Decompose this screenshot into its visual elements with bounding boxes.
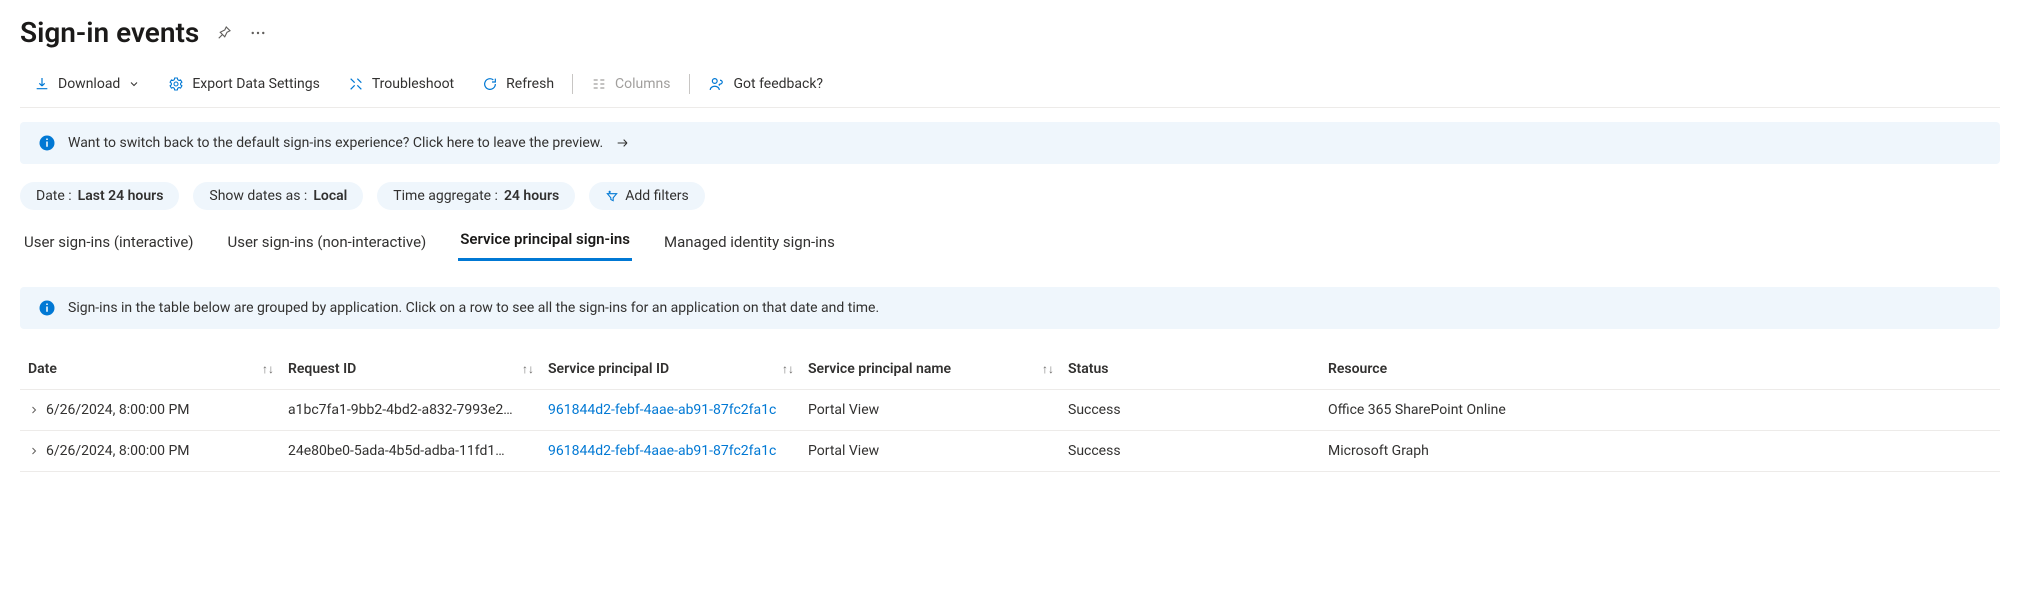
toolbar-separator	[689, 74, 690, 94]
feedback-label: Got feedback?	[734, 76, 824, 92]
columns-label: Columns	[615, 76, 670, 92]
filter-timeagg-value: 24 hours	[504, 188, 559, 204]
col-status[interactable]: Status	[1068, 361, 1328, 377]
info-icon	[38, 299, 56, 317]
troubleshoot-button[interactable]: Troubleshoot	[334, 72, 468, 96]
table-header: Date ↑↓ Request ID ↑↓ Service principal …	[20, 351, 2000, 390]
col-status-label: Status	[1068, 361, 1108, 377]
col-sp-name[interactable]: Service principal name ↑↓	[808, 361, 1068, 377]
col-sp-id-label: Service principal ID	[548, 361, 669, 377]
preview-banner-text: Want to switch back to the default sign-…	[68, 135, 603, 151]
toolbar-separator	[572, 74, 573, 94]
filter-timeagg-label: Time aggregate :	[393, 188, 498, 204]
cell-sp-id[interactable]: 961844d2-febf-4aae-ab91-87fc2fa1c	[548, 443, 808, 459]
cell-date: 6/26/2024, 8:00:00 PM	[46, 402, 190, 418]
filter-date-label: Date :	[36, 188, 72, 204]
tab-user-interactive[interactable]: User sign-ins (interactive)	[22, 227, 196, 261]
more-icon[interactable]	[249, 24, 267, 42]
columns-button: Columns	[577, 72, 684, 96]
col-request-id-label: Request ID	[288, 361, 356, 377]
col-resource-label: Resource	[1328, 361, 1387, 377]
download-label: Download	[58, 76, 120, 92]
add-filters-label: Add filters	[625, 188, 689, 204]
add-filters-button[interactable]: Add filters	[589, 182, 705, 210]
gear-icon	[168, 76, 184, 92]
filter-time-aggregate[interactable]: Time aggregate : 24 hours	[377, 182, 575, 210]
feedback-button[interactable]: Got feedback?	[694, 71, 838, 97]
col-date-label: Date	[28, 361, 57, 377]
filter-date[interactable]: Date : Last 24 hours	[20, 182, 179, 210]
cell-resource: Microsoft Graph	[1328, 443, 1628, 459]
table-row[interactable]: 6/26/2024, 8:00:00 PM a1bc7fa1-9bb2-4bd2…	[20, 390, 2000, 431]
table-row[interactable]: 6/26/2024, 8:00:00 PM 24e80be0-5ada-4b5d…	[20, 431, 2000, 472]
tab-managed-identity[interactable]: Managed identity sign-ins	[662, 227, 837, 261]
pin-icon[interactable]	[215, 24, 233, 42]
feedback-icon	[708, 75, 726, 93]
col-resource[interactable]: Resource	[1328, 361, 1628, 377]
sort-icon: ↑↓	[262, 362, 274, 376]
cell-sp-id[interactable]: 961844d2-febf-4aae-ab91-87fc2fa1c	[548, 402, 808, 418]
tab-user-noninteractive[interactable]: User sign-ins (non-interactive)	[226, 227, 429, 261]
export-label: Export Data Settings	[192, 76, 319, 92]
cell-request-id: a1bc7fa1-9bb2-4bd2-a832-7993e2…	[288, 402, 548, 418]
filter-dates-as[interactable]: Show dates as : Local	[193, 182, 363, 210]
col-request-id[interactable]: Request ID ↑↓	[288, 361, 548, 377]
sort-icon: ↑↓	[522, 362, 534, 376]
grouping-banner-text: Sign-ins in the table below are grouped …	[68, 300, 879, 316]
refresh-label: Refresh	[506, 76, 554, 92]
refresh-button[interactable]: Refresh	[468, 72, 568, 96]
chevron-down-icon	[128, 76, 140, 92]
col-sp-name-label: Service principal name	[808, 361, 951, 377]
cell-request-id: 24e80be0-5ada-4b5d-adba-11fd1…	[288, 443, 548, 459]
toolbar: Download Export Data Settings Troublesho…	[20, 71, 2000, 108]
filter-date-value: Last 24 hours	[78, 188, 164, 204]
cell-status: Success	[1068, 402, 1328, 418]
tab-service-principal[interactable]: Service principal sign-ins	[458, 224, 632, 261]
export-settings-button[interactable]: Export Data Settings	[154, 72, 333, 96]
download-icon	[34, 76, 50, 92]
troubleshoot-label: Troubleshoot	[372, 76, 454, 92]
columns-icon	[591, 76, 607, 92]
grouping-banner: Sign-ins in the table below are grouped …	[20, 287, 2000, 329]
filter-dates-as-label: Show dates as :	[209, 188, 307, 204]
filter-row: Date : Last 24 hours Show dates as : Loc…	[20, 182, 2000, 210]
col-date[interactable]: Date ↑↓	[28, 361, 288, 377]
arrow-right-icon	[615, 135, 631, 151]
cell-sp-name: Portal View	[808, 402, 1068, 418]
cell-resource: Office 365 SharePoint Online	[1328, 402, 1628, 418]
tools-icon	[348, 76, 364, 92]
refresh-icon	[482, 76, 498, 92]
chevron-right-icon	[28, 402, 40, 418]
preview-banner[interactable]: Want to switch back to the default sign-…	[20, 122, 2000, 164]
page-title: Sign-in events	[20, 16, 199, 49]
sort-icon: ↑↓	[782, 362, 794, 376]
download-button[interactable]: Download	[20, 72, 154, 96]
cell-date: 6/26/2024, 8:00:00 PM	[46, 443, 190, 459]
tabs: User sign-ins (interactive) User sign-in…	[20, 224, 2000, 261]
cell-status: Success	[1068, 443, 1328, 459]
cell-sp-name: Portal View	[808, 443, 1068, 459]
signins-table: Date ↑↓ Request ID ↑↓ Service principal …	[20, 351, 2000, 472]
chevron-right-icon	[28, 443, 40, 459]
info-icon	[38, 134, 56, 152]
filter-dates-as-value: Local	[313, 188, 347, 204]
col-sp-id[interactable]: Service principal ID ↑↓	[548, 361, 808, 377]
filter-icon	[605, 188, 619, 204]
sort-icon: ↑↓	[1042, 362, 1054, 376]
